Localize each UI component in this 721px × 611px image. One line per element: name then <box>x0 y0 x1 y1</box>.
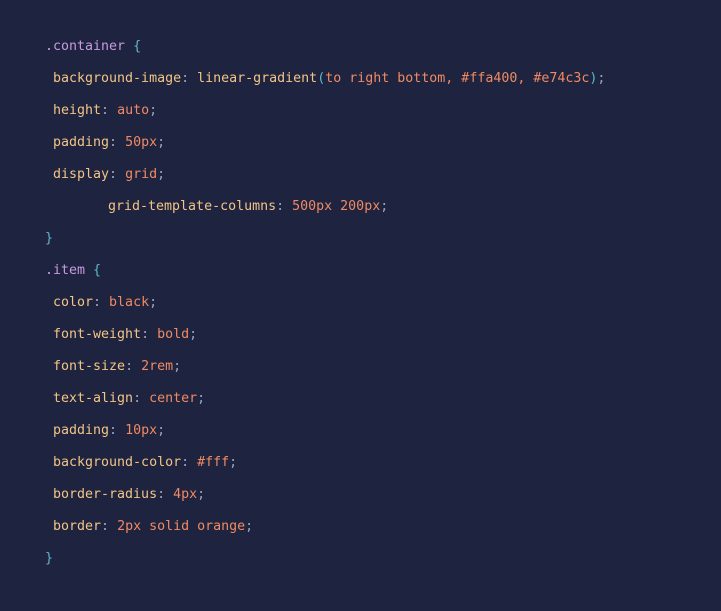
css-value: 2px solid orange <box>117 519 246 534</box>
code-line-color: color: black; <box>53 295 158 310</box>
css-value: bold <box>157 327 190 342</box>
code-line-background-image: background-image: linear-gradient(to rig… <box>53 71 606 86</box>
css-value: 500px 200px <box>292 199 381 214</box>
code-line-font-weight: font-weight: bold; <box>53 327 198 342</box>
css-property: font-weight <box>53 327 142 342</box>
close-brace: } <box>45 231 54 246</box>
css-property: display <box>53 167 110 182</box>
css-value: #fff <box>197 455 230 470</box>
css-value: 10px <box>125 423 158 438</box>
css-function: linear-gradient <box>197 71 318 86</box>
css-property: padding <box>53 135 110 150</box>
code-line-border-radius: border-radius: 4px; <box>53 487 206 502</box>
code-line-container-open: .container { <box>45 37 141 57</box>
code-line-grid-template-columns: grid-template-columns: 500px 200px; <box>108 199 389 214</box>
code-line-background-color: background-color: #fff; <box>53 455 238 470</box>
css-value: center <box>149 391 198 406</box>
css-value: 2rem <box>141 359 174 374</box>
css-property: grid-template-columns <box>108 199 277 214</box>
code-line-border: border: 2px solid orange; <box>53 519 254 534</box>
code-line-item-open: .item { <box>45 261 101 281</box>
code-line-item-padding: padding: 10px; <box>53 423 166 438</box>
css-property: background-image <box>53 71 182 86</box>
open-brace: { <box>133 39 142 54</box>
css-selector: .container <box>45 39 126 54</box>
code-line-font-size: font-size: 2rem; <box>53 359 182 374</box>
css-property: height <box>53 103 102 118</box>
css-value: grid <box>125 167 158 182</box>
css-value: 4px <box>173 487 198 502</box>
code-block: .container { background-image: linear-gr… <box>0 0 721 611</box>
code-line-display: display: grid; <box>53 167 166 182</box>
css-selector: .item <box>45 263 86 278</box>
css-property: text-align <box>53 391 134 406</box>
css-property: padding <box>53 423 110 438</box>
code-line-height: height: auto; <box>53 103 158 118</box>
open-brace: { <box>93 263 102 278</box>
css-property: background-color <box>53 455 182 470</box>
css-property: border-radius <box>53 487 158 502</box>
css-value: auto <box>117 103 150 118</box>
code-line-item-close: } <box>45 549 53 569</box>
code-line-container-close: } <box>45 229 53 249</box>
css-value: 50px <box>125 135 158 150</box>
css-property: border <box>53 519 102 534</box>
css-property: font-size <box>53 359 126 374</box>
css-value: black <box>109 295 150 310</box>
code-line-text-align: text-align: center; <box>53 391 206 406</box>
css-property: color <box>53 295 94 310</box>
css-function-args: to right bottom, #ffa400, #e74c3c <box>325 71 590 86</box>
close-brace: } <box>45 551 54 566</box>
code-line-padding: padding: 50px; <box>53 135 166 150</box>
